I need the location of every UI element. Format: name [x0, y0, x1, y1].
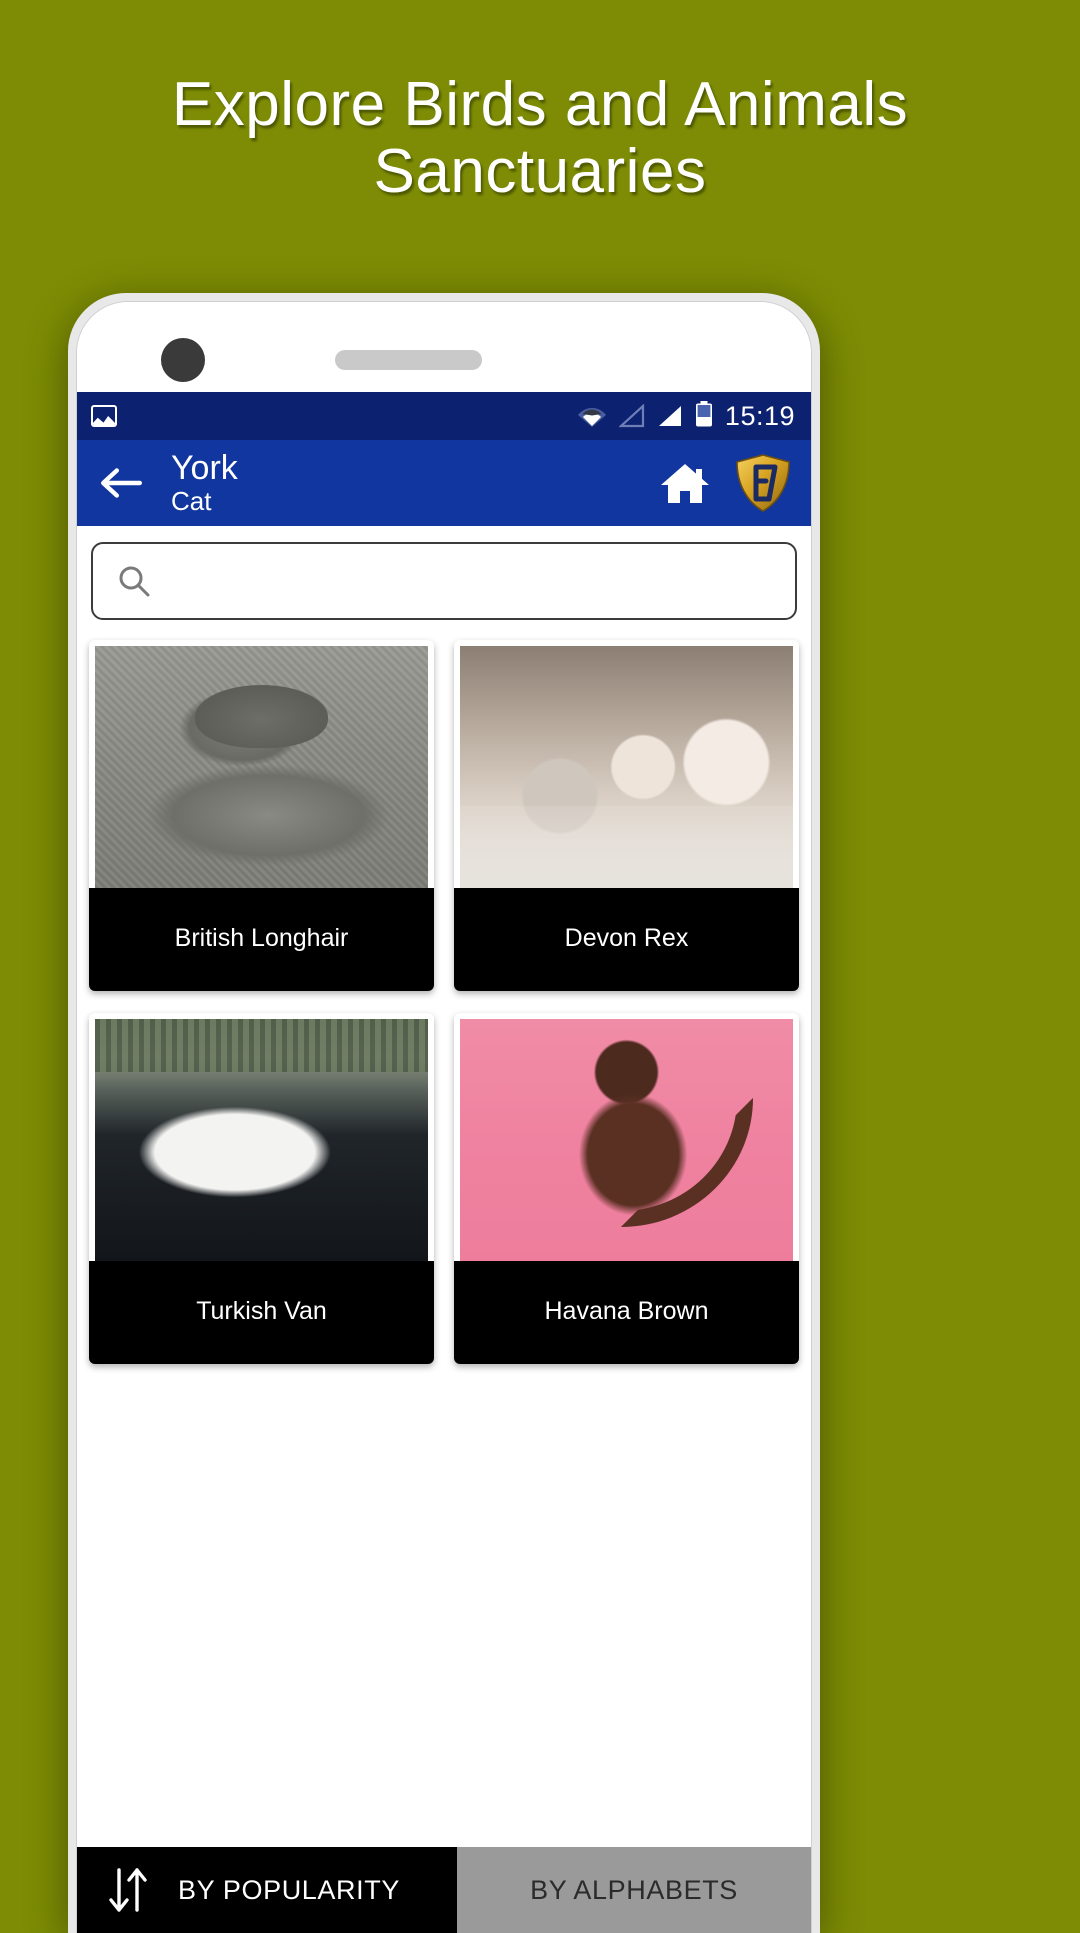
sort-tab-popularity[interactable]: BY POPULARITY: [77, 1847, 457, 1933]
signal-empty-icon: [618, 403, 645, 428]
phone-bezel-top: [77, 302, 811, 392]
breed-label: Devon Rex: [454, 888, 799, 991]
search-box[interactable]: [91, 542, 797, 620]
home-icon[interactable]: [659, 460, 711, 506]
search-input[interactable]: [169, 565, 771, 597]
breed-photo: [95, 1019, 428, 1261]
sort-arrows-icon: [103, 1862, 155, 1918]
promo-headline: Explore Birds and Animals Sanctuaries: [171, 70, 909, 206]
app-bar-titles: York Cat: [171, 449, 238, 516]
wifi-icon: [577, 404, 607, 428]
app-bar: York Cat: [77, 440, 811, 526]
breed-photo: [95, 646, 428, 888]
breed-grid: British Longhair Devon Rex Turkish Van H…: [77, 632, 811, 1364]
page-subtitle: Cat: [171, 486, 212, 517]
status-bar-clock: 15:19: [724, 400, 795, 431]
page-title: York: [171, 449, 238, 488]
breed-photo: [460, 646, 793, 888]
status-bar-notifications: [91, 405, 117, 427]
photo-icon: [91, 405, 117, 427]
sort-tab-alphabets-label: BY ALPHABETS: [530, 1874, 738, 1905]
signal-full-icon: [657, 404, 683, 428]
front-camera-icon: [161, 338, 205, 382]
sort-tab-alphabets[interactable]: BY ALPHABETS: [457, 1847, 811, 1933]
breed-label: Turkish Van: [89, 1261, 434, 1364]
phone-mockup: 15:19 York Cat British Longhair Devon Re…: [68, 293, 820, 1933]
breed-card[interactable]: British Longhair: [89, 640, 434, 991]
back-arrow-icon[interactable]: [95, 457, 147, 509]
earpiece-speaker: [335, 350, 482, 370]
status-bar: 15:19: [77, 392, 811, 440]
search-section: [77, 526, 811, 632]
app-bar-actions: [659, 454, 797, 512]
breed-card[interactable]: Turkish Van: [89, 1013, 434, 1364]
sort-tab-popularity-label: BY POPULARITY: [178, 1874, 400, 1905]
battery-icon: [695, 400, 713, 432]
status-bar-system-icons: 15:19: [577, 400, 795, 432]
breed-photo: [460, 1019, 793, 1261]
breed-label: British Longhair: [89, 888, 434, 991]
sort-bar: BY POPULARITY BY ALPHABETS: [77, 1847, 811, 1933]
app-logo-icon[interactable]: [735, 454, 791, 512]
search-icon: [117, 564, 151, 598]
breed-label: Havana Brown: [454, 1261, 799, 1364]
breed-card[interactable]: Havana Brown: [454, 1013, 799, 1364]
phone-screen: 15:19 York Cat British Longhair Devon Re…: [76, 301, 812, 1933]
breed-card[interactable]: Devon Rex: [454, 640, 799, 991]
